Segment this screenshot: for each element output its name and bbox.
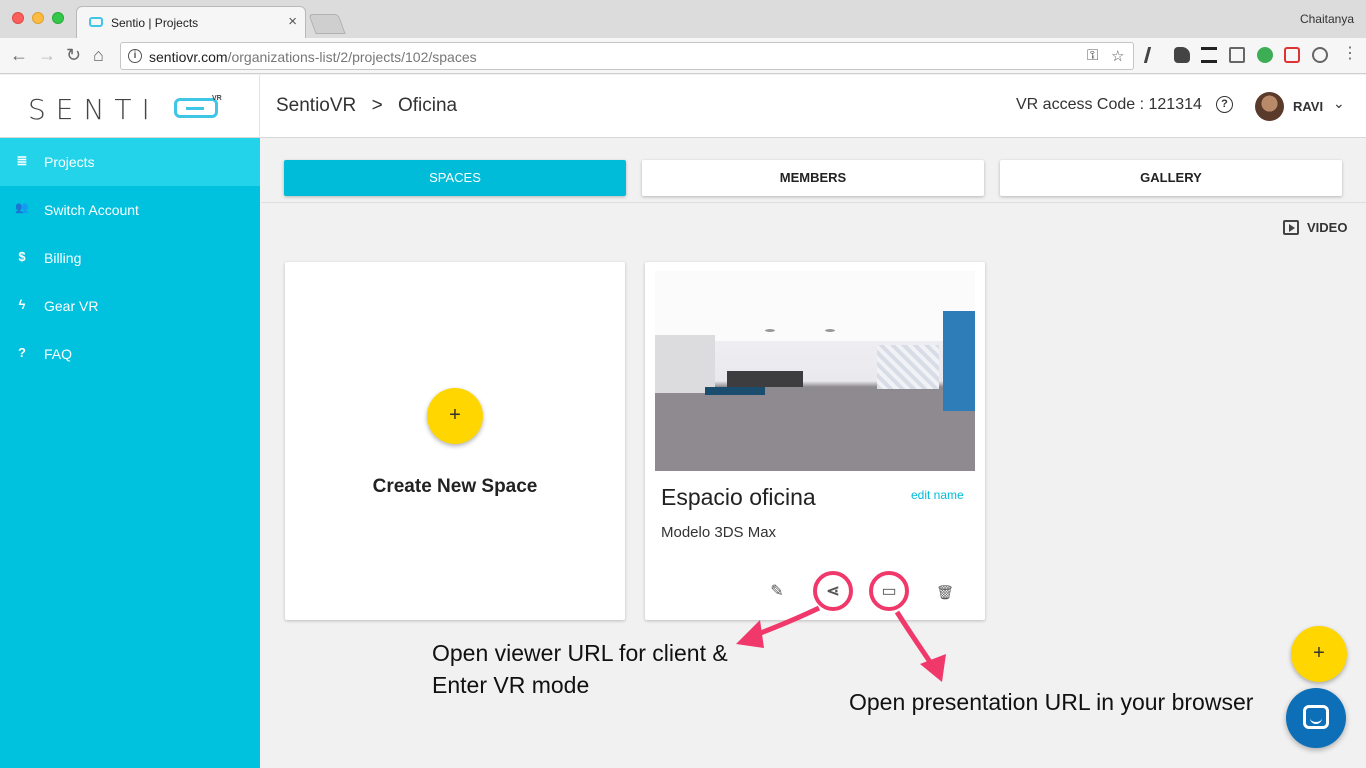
video-icon [1283,220,1299,235]
bookmark-star-icon[interactable]: ☆ [1111,47,1124,65]
close-window-button[interactable] [12,12,24,24]
tab-close-icon[interactable]: × [288,13,297,30]
thumb-wall [655,335,715,393]
address-bar[interactable]: i sentiovr.com/organizations-list/2/proj… [120,42,1134,70]
key-icon[interactable]: ⚿ [1087,47,1098,64]
create-space-card[interactable]: + Create New Space [285,262,625,620]
sidebar-item-label: FAQ [44,346,73,362]
space-card: Espacio oficina edit name Modelo 3DS Max… [645,262,985,620]
back-icon[interactable]: ← [10,45,28,65]
sentio-favicon-icon [89,17,103,27]
thumb-sofa [727,371,803,387]
minimize-window-button[interactable] [32,12,44,24]
extension-icon[interactable] [1143,47,1165,63]
edit-name-link[interactable]: edit name [911,488,964,502]
cast-arrow-line [894,610,937,670]
dollar-icon: $ [18,249,26,264]
breadcrumb-root[interactable]: SentioVR [276,95,356,116]
create-space-label: Create New Space [372,476,538,497]
sentio-logo[interactable]: SENTI VR [0,75,260,138]
users-icon: 👥 [15,202,29,214]
logo-text: SENTI [28,93,160,126]
buffer-icon[interactable] [1201,47,1217,63]
breadcrumb-current: Oficina [397,95,458,116]
thumb-ceiling [655,271,975,341]
help-icon[interactable]: ? [1216,96,1233,113]
hangouts-icon[interactable] [1257,47,1273,63]
url-path: /organizations-list/2/projects/102/space… [227,49,477,65]
tabs-bar: SPACES MEMBERS GALLERY [261,139,1366,203]
thumb-lamp [825,329,835,332]
cast-highlight-ring [869,571,909,611]
reload-icon[interactable]: ↻ [66,45,81,65]
sidebar-item-label: Switch Account [44,202,139,218]
thumb-floor [655,391,975,471]
share-highlight-ring [813,571,853,611]
cast-arrow-head [920,654,946,682]
create-space-button[interactable]: + [427,388,483,444]
sidebar-item-projects[interactable]: ≣ Projects [0,138,260,186]
chat-launcher-button[interactable] [1286,688,1346,748]
space-thumbnail[interactable] [655,271,975,471]
add-space-fab[interactable]: + [1291,626,1347,682]
user-name[interactable]: RAVI [1293,99,1323,114]
browser-menu-icon[interactable]: ⋮ [1342,44,1358,64]
video-label: VIDEO [1307,220,1348,235]
browser-toolbar: ← → ↻ ⌂ i sentiovr.com/organizations-lis… [0,38,1366,74]
chat-icon [1303,705,1329,729]
sidebar-item-gear-vr[interactable]: ϟ Gear VR [0,282,260,330]
browser-tab-bar: Sentio | Projects × Chaitanya [0,0,1366,38]
sidebar-item-label: Gear VR [44,298,99,314]
mail-icon[interactable] [1229,47,1245,63]
tab-spaces[interactable]: SPACES [284,160,626,196]
tab-gallery[interactable]: GALLERY [1000,160,1342,196]
browser-tab[interactable]: Sentio | Projects × [76,6,306,38]
share-annotation-line2: Enter VR mode [432,672,590,698]
list-icon: ≣ [16,153,28,168]
sidebar-item-billing[interactable]: $ Billing [0,234,260,282]
sidebar-item-faq[interactable]: ? FAQ [0,330,260,378]
thumb-wall-panel [877,345,939,389]
site-info-icon[interactable]: i [128,49,142,63]
sidebar-item-label: Projects [44,154,95,170]
browser-profile-name[interactable]: Chaitanya [1300,12,1354,26]
share-annotation: Open viewer URL for client & Enter VR mo… [432,637,728,701]
bolt-icon: ϟ [18,297,26,312]
maximize-window-button[interactable] [52,12,64,24]
avatar[interactable] [1255,92,1284,121]
question-icon: ? [18,345,26,360]
breadcrumb-separator: > [371,95,383,116]
share-arrow-head [736,620,764,648]
sidebar: ≣ Projects 👥 Switch Account $ Billing ϟ … [0,138,260,768]
edit-pencil-icon[interactable]: ✎ [765,580,789,604]
thumb-sofa-seat [705,387,765,395]
thumb-blue-wall [943,311,975,411]
space-title: Espacio oficina [661,484,816,510]
share-annotation-line1: Open viewer URL for client & [432,640,728,666]
spiral-extension-icon[interactable] [1312,47,1328,63]
breadcrumb: SentioVR > Oficina [276,95,467,117]
evernote-icon[interactable] [1174,47,1190,63]
delete-icon[interactable]: 🗑 [933,580,957,604]
url-text[interactable]: sentiovr.com/organizations-list/2/projec… [149,49,477,65]
home-icon[interactable]: ⌂ [93,45,104,65]
chevron-down-icon[interactable]: ⌄ [1333,95,1345,112]
space-model: Modelo 3DS Max [661,524,777,541]
forward-icon[interactable]: → [38,45,56,65]
app-header: SENTI VR SentioVR > Oficina VR access Co… [0,75,1366,138]
plus-extension-icon[interactable] [1284,47,1300,63]
url-host: sentiovr.com [149,49,228,65]
tab-members[interactable]: MEMBERS [642,160,984,196]
sidebar-item-switch-account[interactable]: 👥 Switch Account [0,186,260,234]
logo-vr-mark: VR [212,95,222,102]
cast-annotation: Open presentation URL in your browser [849,689,1254,715]
thumb-lamp [765,329,775,332]
new-tab-button[interactable] [308,14,346,34]
vr-access-code: VR access Code : 121314 [1016,96,1202,113]
tab-title: Sentio | Projects [111,16,199,30]
sidebar-item-label: Billing [44,250,82,266]
